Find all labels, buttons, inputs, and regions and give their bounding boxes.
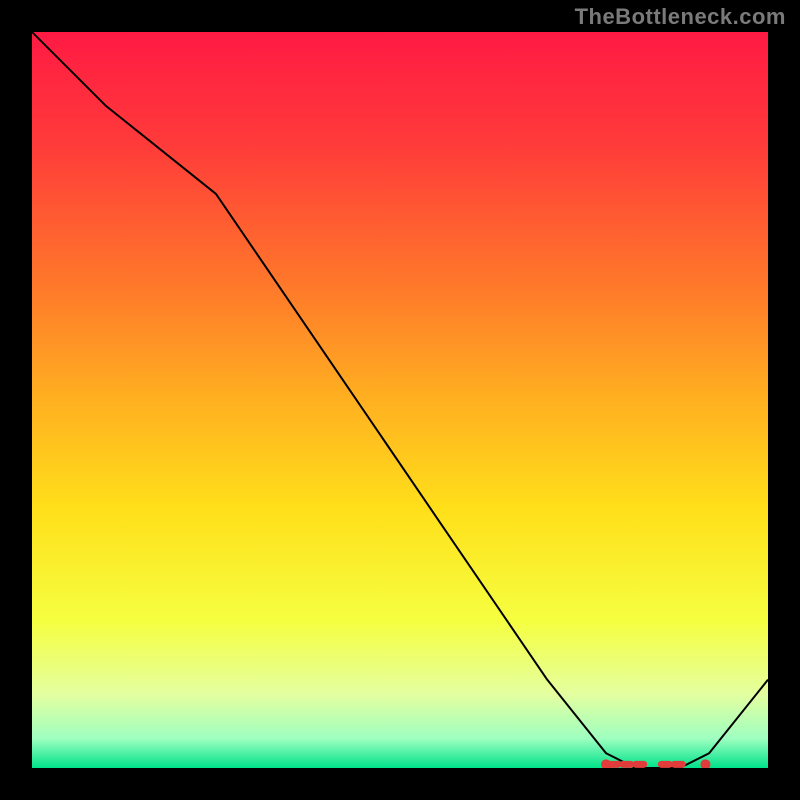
plot-frame (32, 32, 768, 768)
canvas: TheBottleneck.com (0, 0, 800, 800)
gradient-background (32, 32, 768, 768)
watermark-text: TheBottleneck.com (575, 4, 786, 30)
chart-svg (32, 32, 768, 768)
plot-area (32, 32, 768, 768)
